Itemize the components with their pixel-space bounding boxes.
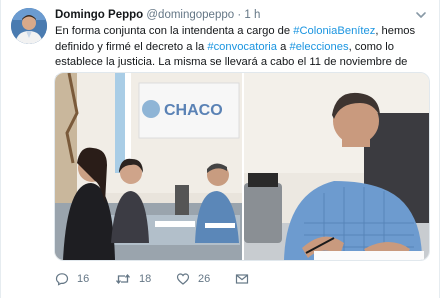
reply-count: 16 (77, 273, 90, 285)
direct-message-button[interactable] (235, 270, 249, 288)
author-handle[interactable]: @domingopeppo (146, 9, 234, 21)
retweet-count: 18 (139, 273, 152, 285)
sign-text: CHACO (164, 102, 223, 119)
like-count: 26 (198, 273, 211, 285)
author-name[interactable]: Domingo Peppo (55, 9, 143, 21)
hashtag-link[interactable]: #ColoniaBenítez (293, 25, 375, 37)
retweet-button[interactable]: 18 (115, 270, 151, 288)
avatar[interactable] (11, 8, 47, 44)
tweet-header: Domingo Peppo @domingopeppo · 1 h (55, 8, 260, 22)
tweet-media: CHACO (54, 72, 430, 261)
tweet-time[interactable]: 1 h (244, 9, 260, 21)
reply-icon (55, 273, 69, 286)
hashtag-link[interactable]: #convocatoria (207, 41, 277, 53)
photo-meeting[interactable]: CHACO (55, 73, 242, 260)
tweet-card[interactable]: Domingo Peppo @domingopeppo · 1 h En for… (0, 0, 440, 298)
hashtag-link[interactable]: #elecciones (289, 41, 348, 53)
text-part: En forma conjunta con la intendenta a ca… (55, 25, 294, 37)
heart-icon (176, 273, 190, 285)
separator-dot: · (237, 9, 242, 21)
retweet-icon (116, 273, 130, 285)
chevron-down-icon[interactable] (415, 10, 427, 20)
reply-button[interactable]: 16 (55, 270, 89, 288)
envelope-icon (235, 274, 249, 284)
like-button[interactable]: 26 (176, 270, 210, 288)
photo-signing[interactable] (244, 73, 429, 260)
text-part: a (277, 40, 290, 53)
